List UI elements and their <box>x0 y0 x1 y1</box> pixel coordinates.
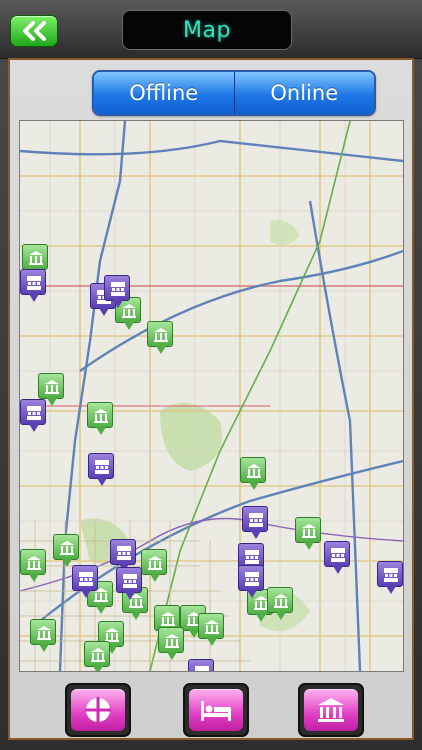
map-view[interactable] <box>19 120 404 672</box>
hotel-marker[interactable] <box>324 541 350 574</box>
museum-marker[interactable] <box>38 373 64 406</box>
museum-marker[interactable] <box>198 613 224 646</box>
hotel-icon <box>195 666 209 671</box>
museum-icon <box>318 698 344 722</box>
hotel-marker[interactable] <box>377 561 403 594</box>
museum-icon <box>91 648 105 662</box>
museum-icon <box>302 524 316 538</box>
museum-icon <box>274 594 288 608</box>
museum-marker[interactable] <box>267 587 293 620</box>
museum-icon <box>29 251 43 265</box>
page-title-box: Map <box>122 10 292 50</box>
hotels-button-face <box>189 689 243 731</box>
museum-icon <box>45 380 59 394</box>
museum-icon <box>37 626 51 640</box>
double-chevron-left-icon <box>23 21 46 41</box>
museum-icon <box>27 556 41 570</box>
hotel-icon <box>331 548 345 562</box>
museum-marker[interactable] <box>240 457 266 490</box>
hotel-icon <box>245 572 259 586</box>
hotel-icon <box>245 550 259 564</box>
museum-icon <box>247 464 261 478</box>
hotel-marker[interactable] <box>104 275 130 308</box>
hotel-marker[interactable] <box>116 567 142 600</box>
locate-button[interactable] <box>65 683 131 737</box>
online-segment[interactable]: Online <box>233 72 374 114</box>
museum-marker[interactable] <box>53 534 79 567</box>
museum-marker[interactable] <box>295 517 321 550</box>
crosshair-icon <box>85 697 111 723</box>
museum-marker[interactable] <box>158 627 184 660</box>
hotel-icon <box>79 572 93 586</box>
top-bar: Map <box>0 0 422 59</box>
hotel-icon <box>123 574 137 588</box>
hotel-icon <box>27 276 41 290</box>
hotel-marker[interactable] <box>20 269 46 302</box>
museum-icon <box>154 328 168 342</box>
museum-icon <box>161 612 175 626</box>
hotel-marker[interactable] <box>188 659 214 671</box>
museum-marker[interactable] <box>141 549 167 582</box>
hotel-marker[interactable] <box>20 399 46 432</box>
hotel-marker[interactable] <box>72 565 98 598</box>
hotel-icon <box>111 282 125 296</box>
museum-marker[interactable] <box>22 244 48 277</box>
map-mode-segmented-control: Offline Online <box>92 70 376 116</box>
page-title: Map <box>183 17 231 43</box>
museum-marker[interactable] <box>147 321 173 354</box>
hotel-icon <box>95 460 109 474</box>
museum-marker[interactable] <box>30 619 56 652</box>
museum-marker[interactable] <box>84 641 110 671</box>
museum-icon <box>205 620 219 634</box>
hotel-marker[interactable] <box>242 506 268 539</box>
hotel-marker[interactable] <box>110 539 136 572</box>
museum-marker[interactable] <box>87 402 113 435</box>
hotel-icon <box>384 568 398 582</box>
locate-button-face <box>71 689 125 731</box>
hotels-button[interactable] <box>183 683 249 737</box>
offline-segment[interactable]: Offline <box>94 72 234 114</box>
museum-icon <box>148 556 162 570</box>
back-button[interactable] <box>10 15 58 47</box>
museums-button[interactable] <box>298 683 364 737</box>
museum-icon <box>165 634 179 648</box>
hotel-icon <box>117 546 131 560</box>
museums-button-face <box>304 689 358 731</box>
museum-icon <box>60 541 74 555</box>
hotel-icon <box>27 406 41 420</box>
hotel-icon <box>249 513 263 527</box>
bed-icon <box>201 701 231 721</box>
hotel-marker[interactable] <box>88 453 114 486</box>
museum-marker[interactable] <box>20 549 46 582</box>
museum-icon <box>94 409 108 423</box>
hotel-marker[interactable] <box>238 565 264 598</box>
